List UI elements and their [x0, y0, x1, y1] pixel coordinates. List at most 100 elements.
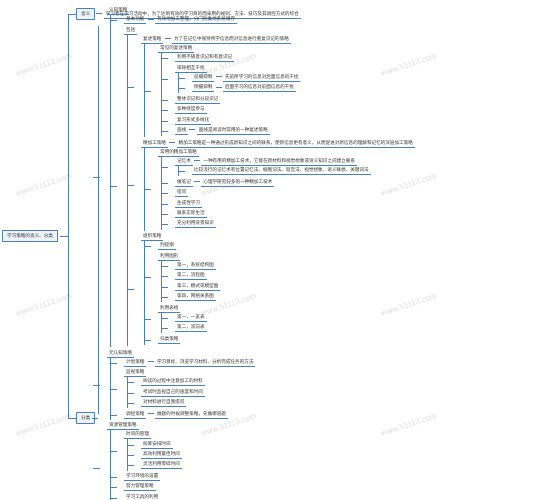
- node-r6-text: 画线是阅读时常用的一种复述策略: [197, 127, 270, 135]
- leaf: 考试时监视自己的速度和时间: [134, 388, 415, 398]
- leaf: 对材料进行自我提问: [134, 398, 415, 408]
- node-monitor: 监视策略: [124, 369, 146, 377]
- leaf: 生成性学习: [168, 198, 415, 208]
- root-node: 学习策略的含义、分类: [2, 230, 58, 242]
- branch-cognitive: 认知策略 基本功能 有效地加工整理，分门别类地系统储存 包括 复述策略 为了在记…: [100, 6, 415, 348]
- connector: [68, 14, 69, 418]
- connector: [194, 160, 200, 161]
- leaf: 画线 画线是阅读时常用的一种复述策略: [168, 126, 415, 136]
- connector: [148, 19, 154, 20]
- leaf: 学习环境的设置: [117, 472, 415, 482]
- leaf: 调控策略 做题的时候调整策略，先做哪道题: [117, 409, 415, 419]
- leaf: 努力管理策略: [117, 482, 415, 492]
- node-tool: 学习工具的利用: [124, 494, 160, 500]
- node-outline: 列提纲: [158, 242, 176, 250]
- node-basic-function: 基本功能: [124, 16, 146, 24]
- branch-elab-common: 常用的精加工策略 记忆术 一种有用的精加工技术，它能在新材料和视觉想象或语义知识…: [151, 148, 415, 231]
- leaf: 阅读的过程中注意加工的材料: [134, 377, 415, 387]
- node-elaboration: 精加工策略: [141, 140, 168, 148]
- node-rt1: 统筹安排时间: [141, 441, 173, 449]
- branch-graphics: 利用图形 第一，系统结构图 第二，流程图 第三，模式或模型图 第四，网络关系图: [151, 251, 415, 303]
- leaf: 统筹安排时间: [134, 439, 415, 449]
- node-life: 联系实际生活: [175, 210, 207, 218]
- watermark: www.51113.com: [15, 51, 72, 77]
- node-interference: 排除相互干扰: [175, 65, 207, 73]
- node-mm2: 考试时监视自己的速度和时间: [141, 389, 205, 397]
- node-plan: 计划策略: [124, 359, 146, 367]
- leaf: 提问: [168, 188, 415, 198]
- leaf: 整体识记和分段识记: [168, 95, 415, 105]
- node-og4: 第四，网络关系图: [175, 293, 216, 301]
- node-retroactive: 倒摄抑制: [192, 84, 214, 92]
- node-mm3: 对材料进行自我提问: [141, 399, 186, 407]
- node-mnemonics: 记忆术: [175, 158, 193, 166]
- branch-rehearsal-common: 常见的复述策略 利用不随意识记和有意识记 排除相互干扰 前摄抑制: [151, 44, 415, 137]
- leaf: 计划策略 学习目标、浏览学习材料、分析完成任务的方法: [117, 358, 415, 368]
- branch-interference: 排除相互干扰 前摄抑制 先前所学习的信息对后面信息的干扰: [168, 64, 415, 95]
- leaf: 复习形式多样化: [168, 115, 415, 125]
- node-og1: 第一，系统结构图: [175, 262, 216, 270]
- node-rehearsal-common: 常见的复述策略: [158, 45, 194, 53]
- node-mnemonics-examples: 比较流行的记忆术有位置记忆法、缩略词法、谐音法、视觉想象、语义联想、关键词法: [192, 167, 371, 175]
- node-og2: 第二，流程图: [175, 272, 207, 280]
- node-r5: 复习形式多样化: [175, 117, 211, 125]
- node-tables: 利用表格: [158, 305, 180, 313]
- connector: [165, 38, 171, 39]
- node-effort: 努力管理策略: [124, 483, 156, 491]
- node-background: 充分利用背景知识: [175, 220, 216, 228]
- node-retroactive-text: 后面学习的信息对前面信息的干扰: [223, 84, 296, 92]
- node-mnemonics-text: 一种有用的精加工技术，它能在新材料和视觉想象或语义知识之间建立联系: [201, 158, 357, 166]
- node-resource: 资源管理策略: [107, 422, 139, 430]
- node-generative: 生成性学习: [175, 200, 202, 208]
- row-basic-function: 基本功能 有效地加工整理，分门别类地系统储存: [117, 15, 415, 25]
- node-rt2: 高效利用最佳时间: [141, 451, 182, 459]
- leaf: 第三，模式或模型图: [168, 281, 415, 291]
- node-elaboration-text: 精加工策略是一种通过形成新知识之间的联系，使新信息更有意义，从而促进对新信息的理…: [177, 140, 415, 148]
- node-mm1: 阅读的过程中注意加工的材料: [141, 378, 205, 386]
- node-graphics: 利用图形: [158, 253, 180, 261]
- leaf: 比较流行的记忆术有位置记忆法、缩略词法、谐音法、视觉想象、语义联想、关键词法: [185, 166, 415, 176]
- node-notes-text: 心理学研究较多的一种精加工技术: [201, 179, 274, 187]
- node-env: 学习环境的设置: [124, 473, 160, 481]
- leaf: 第一，一览表: [168, 313, 415, 323]
- node-r6: 画线: [175, 127, 188, 135]
- leaf: 第二，流程图: [168, 271, 415, 281]
- node-r3: 整体识记和分段识记: [175, 96, 220, 104]
- node-elab-common: 常用的精加工策略: [158, 149, 199, 157]
- leaf: 列提纲: [151, 241, 415, 251]
- leaf: 做笔记 心理学研究较多的一种精加工技术: [168, 178, 415, 188]
- leaf: 利用不随意识记和有意识记: [168, 53, 415, 63]
- node-proactive: 前摄抑制: [192, 74, 214, 82]
- leaf: 前摄抑制 先前所学习的信息对后面信息的干扰: [185, 73, 415, 83]
- leaf: 高效利用最佳时间: [134, 450, 415, 460]
- leaf: 第四，网络关系图: [168, 292, 415, 302]
- root-label: 学习策略的含义、分类: [2, 230, 58, 242]
- branch-elaboration: 精加工策略 精加工策略是一种通过形成新知识之间的联系，使新信息更有意义，从而促进…: [134, 139, 415, 232]
- leaf: 学习工具的利用: [117, 492, 415, 500]
- node-ot1: 第一，一览表: [175, 314, 207, 322]
- node-cognitive: 认知策略: [107, 7, 129, 15]
- connector: [194, 181, 200, 182]
- branch-tables: 利用表格 第一，一览表 第二，双向表: [151, 303, 415, 334]
- branch-include: 包括 复述策略 为了在记忆中保持所学信息而对信息进行重复识记的策略 常见的复述策…: [117, 26, 415, 348]
- connector: [148, 361, 154, 362]
- leaf: 第二，双向表: [168, 323, 415, 333]
- node-organization: 组织策略: [141, 233, 163, 241]
- node-metacognitive: 元认知策略: [107, 350, 134, 358]
- branch-monitor: 监视策略 阅读的过程中注意加工的材料 考试时监视自己的速度和时间 对材料进行自我…: [117, 368, 415, 410]
- branch-resource: 资源管理策略 时间的管理 统筹安排时间 高效利用最佳时间 灵活利用零碎时间 学习…: [100, 421, 415, 500]
- node-rehearsal-text: 为了在记忆中保持所学信息而对信息进行重复识记的策略: [172, 36, 291, 44]
- node-r4: 多种感官参与: [175, 106, 207, 114]
- connector: [169, 142, 175, 143]
- leaf: 第一，系统结构图: [168, 261, 415, 271]
- branch-mnemonics: 记忆术 一种有用的精加工技术，它能在新材料和视觉想象或语义知识之间建立联系 比较…: [168, 157, 415, 178]
- branch-time: 时间的管理 统筹安排时间 高效利用最佳时间 灵活利用零碎时间: [117, 430, 415, 472]
- connector: [216, 87, 222, 88]
- branch-metacognitive: 元认知策略 计划策略 学习目标、浏览学习材料、分析完成任务的方法 监视策略 阅读…: [100, 348, 415, 421]
- leaf: 倒摄抑制 后面学习的信息对前面信息的干扰: [185, 83, 415, 93]
- connector: [60, 236, 68, 237]
- node-ask: 提问: [175, 189, 188, 197]
- watermark: www.51113.com: [15, 171, 72, 197]
- branch-organization: 组织策略 列提纲 利用图形 第一，系统结构图 第二，流程图 第三，模式或模型图 …: [134, 232, 415, 346]
- leaf: 联系实际生活: [168, 209, 415, 219]
